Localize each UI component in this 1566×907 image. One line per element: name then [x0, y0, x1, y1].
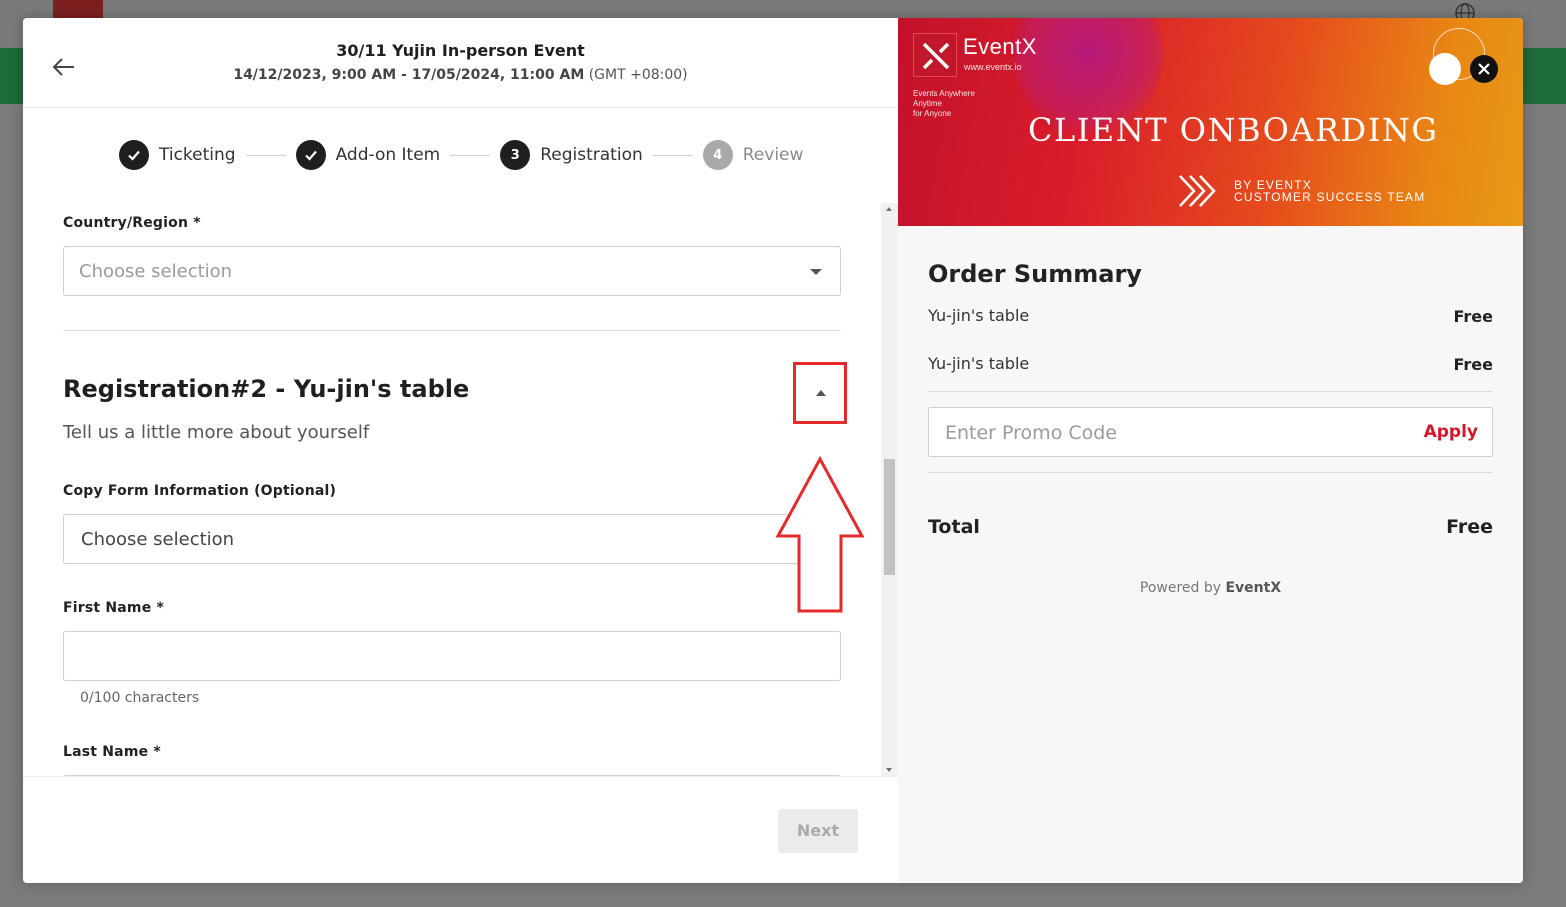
scroll-thumb[interactable]	[884, 459, 895, 575]
step-label: Registration	[540, 145, 643, 165]
registration-panel: 30/11 Yujin In-person Event 14/12/2023, …	[23, 18, 898, 883]
close-button[interactable]	[1470, 55, 1498, 83]
tagline-line: for Anyone	[913, 109, 952, 118]
copy-form-placeholder: Choose selection	[81, 529, 235, 550]
registration-title: Registration#2 - Yu-jin's table	[63, 375, 470, 403]
banner-title: CLIENT ONBOARDING	[1028, 111, 1439, 149]
event-date: 14/12/2023, 9:00 AM - 17/05/2024, 11:00 …	[23, 67, 898, 83]
total-value: Free	[1446, 516, 1493, 538]
summary-item-price: Free	[1453, 307, 1494, 326]
country-placeholder: Choose selection	[79, 261, 233, 282]
background-logo	[53, 0, 103, 18]
list-item: Yu-jin's table Free	[928, 346, 1493, 394]
check-icon	[295, 140, 326, 170]
step-connector	[450, 154, 491, 156]
powered-brand: EventX	[1225, 580, 1282, 596]
byline-line: CUSTOMER SUCCESS TEAM	[1234, 190, 1426, 204]
summary-item-name: Yu-jin's table	[928, 354, 1030, 373]
scroll-up-icon[interactable]	[886, 207, 892, 211]
order-summary-panel: EventX www.eventx.io Events Anywhere Any…	[898, 18, 1523, 883]
next-button[interactable]: Next	[778, 809, 858, 853]
event-banner: EventX www.eventx.io Events Anywhere Any…	[898, 18, 1523, 226]
eventx-logo-icon	[913, 33, 957, 77]
summary-divider	[928, 472, 1493, 473]
banner-brand: EventX	[963, 34, 1037, 59]
step-label: Ticketing	[159, 145, 236, 165]
powered-prefix: Powered by	[1139, 580, 1222, 596]
banner-tagline: Events Anywhere Anytime for Anyone	[913, 89, 1023, 119]
chevron-down-icon	[810, 269, 822, 275]
last-name-label: Last Name *	[63, 744, 161, 760]
step-ticketing[interactable]: Ticketing	[119, 140, 236, 170]
chevrons-right-icon	[1179, 175, 1216, 207]
step-label: Review	[742, 145, 804, 165]
tagline-line: Events Anywhere	[913, 89, 975, 98]
collapse-registration-button[interactable]	[793, 362, 847, 424]
event-date-range: 14/12/2023, 9:00 AM - 17/05/2024, 11:00 …	[233, 67, 585, 83]
checkout-stepper: Ticketing Add-on Item 3 Registration 4 R…	[119, 140, 803, 170]
summary-item-price: Free	[1453, 355, 1494, 374]
up-arrow-annotation-icon	[776, 456, 864, 613]
tagline-line: Anytime	[913, 99, 942, 108]
total-label: Total	[928, 516, 980, 538]
step-connector	[652, 154, 693, 156]
banner-byline: BY EVENTX CUSTOMER SUCCESS TEAM	[1234, 179, 1425, 203]
section-divider	[63, 330, 841, 331]
close-icon	[1478, 63, 1490, 75]
first-name-label: First Name *	[63, 600, 165, 616]
step-review: 4 Review	[702, 140, 804, 170]
order-summary-title: Order Summary	[928, 260, 1142, 288]
banner-toggle-decoration	[1429, 53, 1461, 85]
promo-code-input[interactable]: Enter Promo Code	[945, 422, 1117, 444]
step-number: 3	[500, 140, 531, 170]
copy-form-label: Copy Form Information (Optional)	[63, 483, 337, 499]
promo-code-box: Enter Promo Code Apply	[928, 407, 1493, 457]
event-timezone: (GMT +08:00)	[588, 67, 688, 83]
step-registration: 3 Registration	[500, 140, 643, 170]
checkout-modal: 30/11 Yujin In-person Event 14/12/2023, …	[23, 18, 1523, 883]
powered-by: Powered by EventX	[928, 580, 1493, 596]
modal-footer: Next	[23, 776, 898, 883]
summary-divider	[928, 391, 1493, 392]
step-connector	[245, 154, 286, 156]
check-icon	[119, 140, 149, 170]
modal-header: 30/11 Yujin In-person Event 14/12/2023, …	[23, 18, 898, 108]
form-scrollbar[interactable]	[881, 203, 898, 776]
registration-form: Country/Region * Choose selection Regist…	[23, 203, 881, 776]
summary-item-name: Yu-jin's table	[928, 306, 1030, 325]
banner-url: www.eventx.io	[964, 62, 1022, 72]
step-add-on-item[interactable]: Add-on Item	[295, 140, 441, 170]
apply-button[interactable]: Apply	[1424, 422, 1478, 442]
chevron-up-icon	[816, 390, 826, 396]
registration-subtitle: Tell us a little more about yourself	[63, 422, 370, 443]
country-label: Country/Region *	[63, 215, 201, 231]
country-select[interactable]: Choose selection	[63, 246, 841, 296]
list-item: Yu-jin's table Free	[928, 298, 1493, 346]
first-name-char-count: 0/100 characters	[80, 690, 200, 706]
first-name-field[interactable]	[63, 631, 841, 681]
scroll-down-icon[interactable]	[886, 768, 892, 772]
step-label: Add-on Item	[335, 145, 441, 165]
event-title: 30/11 Yujin In-person Event	[336, 41, 585, 60]
copy-form-select[interactable]: Choose selection	[63, 514, 841, 564]
step-number: 4	[702, 140, 733, 170]
total-row: Total Free	[928, 506, 1493, 546]
